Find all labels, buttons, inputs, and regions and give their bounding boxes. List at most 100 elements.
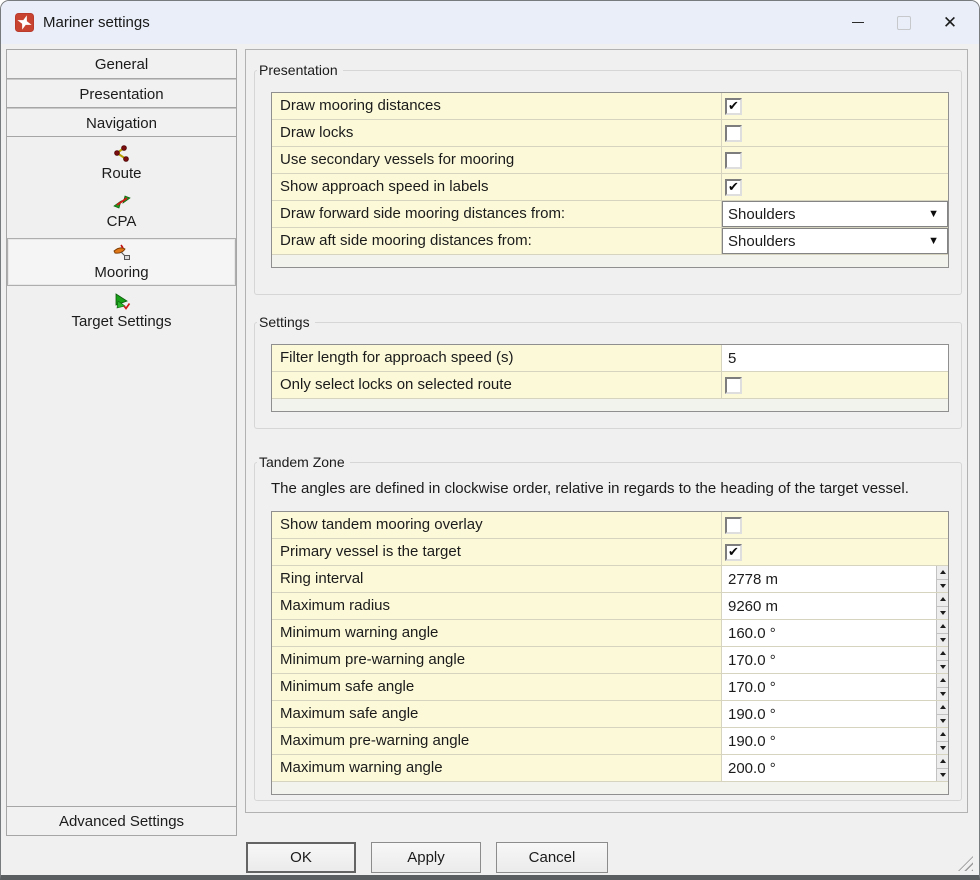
close-button[interactable]: ✕ (927, 1, 973, 44)
spinner-buttons (936, 647, 948, 673)
row-value: ✔ (722, 93, 948, 119)
row-value (722, 512, 948, 538)
row-label: Primary vessel is the target (272, 539, 722, 565)
dropdown[interactable]: Shoulders ▼ (722, 201, 948, 227)
spinner-buttons (936, 728, 948, 754)
spinner-input[interactable]: 200.0 ° (722, 755, 948, 781)
table-row: Minimum safe angle170.0 ° (272, 674, 948, 701)
sidebar-item-navigation[interactable]: Navigation (7, 108, 236, 137)
table-row: Filter length for approach speed (s)5 (272, 345, 948, 372)
close-icon: ✕ (943, 14, 957, 31)
row-label: Maximum pre-warning angle (272, 728, 722, 754)
table-row: Ring interval2778 m (272, 566, 948, 593)
spinner-value: 2778 m (722, 571, 778, 588)
spinner-value: 200.0 ° (722, 760, 776, 777)
checkbox[interactable]: ✔ (725, 544, 742, 561)
checkbox[interactable]: ✔ (725, 98, 742, 115)
checkbox[interactable]: ✔ (725, 179, 742, 196)
spinner-down-icon[interactable] (937, 742, 948, 755)
spinner-down-icon[interactable] (937, 715, 948, 728)
settings-panel: Presentation Draw mooring distances✔Draw… (245, 49, 968, 813)
settings-table: Show tandem mooring overlayPrimary vesse… (271, 511, 949, 795)
row-label: Ring interval (272, 566, 722, 592)
table-row: Maximum radius9260 m (272, 593, 948, 620)
group-title: Settings (257, 314, 315, 330)
row-label: Only select locks on selected route (272, 372, 722, 398)
spinner-input[interactable]: 160.0 ° (722, 620, 948, 646)
spinner-input[interactable]: 190.0 ° (722, 701, 948, 727)
sidebar-item-mooring[interactable]: Mooring (7, 238, 236, 286)
table-row: Only select locks on selected route (272, 372, 948, 399)
spinner-value: 170.0 ° (722, 679, 776, 696)
spinner-up-icon[interactable] (937, 755, 948, 769)
spinner-down-icon[interactable] (937, 769, 948, 782)
titlebar[interactable]: Mariner settings ✕ (1, 1, 979, 44)
resize-grip-icon[interactable] (958, 856, 973, 871)
row-value (722, 372, 948, 398)
table-row: Minimum pre-warning angle170.0 ° (272, 647, 948, 674)
spinner-down-icon[interactable] (937, 661, 948, 674)
sidebar-item-presentation[interactable]: Presentation (7, 79, 236, 108)
sidebar-item-target-settings[interactable]: Target Settings (7, 288, 236, 336)
checkbox[interactable] (725, 152, 742, 169)
table-row: Draw mooring distances✔ (272, 93, 948, 120)
nav-item-label: Target Settings (71, 313, 171, 330)
maximize-button[interactable] (881, 1, 927, 44)
minimize-icon (852, 22, 864, 23)
spinner-down-icon[interactable] (937, 634, 948, 647)
spinner-up-icon[interactable] (937, 593, 948, 607)
spinner-buttons (936, 674, 948, 700)
spinner-value: 170.0 ° (722, 652, 776, 669)
row-label: Filter length for approach speed (s) (272, 345, 722, 371)
spinner-up-icon[interactable] (937, 728, 948, 742)
apply-button[interactable]: Apply (371, 842, 481, 873)
spinner-down-icon[interactable] (937, 607, 948, 620)
sidebar-item-route[interactable]: Route (7, 140, 236, 188)
row-value: ✔ (722, 539, 948, 565)
row-label: Maximum radius (272, 593, 722, 619)
spinner-up-icon[interactable] (937, 566, 948, 580)
group-settings: Settings Filter length for approach spee… (254, 314, 962, 429)
sidebar-item-general[interactable]: General (7, 50, 236, 79)
spinner-value: 160.0 ° (722, 625, 776, 642)
checkbox[interactable] (725, 377, 742, 394)
spinner-value: 9260 m (722, 598, 778, 615)
spinner-input[interactable]: 170.0 ° (722, 674, 948, 700)
row-label: Maximum safe angle (272, 701, 722, 727)
cancel-button[interactable]: Cancel (496, 842, 608, 873)
dropdown[interactable]: Shoulders ▼ (722, 228, 948, 254)
table-row: Maximum safe angle190.0 ° (272, 701, 948, 728)
spinner-value: 190.0 ° (722, 706, 776, 723)
nav-item-label: Route (101, 165, 141, 182)
dropdown-value: Shoulders (722, 206, 796, 223)
row-label: Minimum warning angle (272, 620, 722, 646)
table-row: Minimum warning angle160.0 ° (272, 620, 948, 647)
sidebar-item-cpa[interactable]: CPA (7, 188, 236, 236)
sidebar-item-advanced-settings[interactable]: Advanced Settings (7, 806, 236, 835)
spinner-down-icon[interactable] (937, 580, 948, 593)
checkbox[interactable] (725, 125, 742, 142)
chevron-down-icon[interactable]: ▼ (928, 208, 948, 220)
mariner-settings-window: Mariner settings ✕ General Presentation … (0, 0, 980, 880)
minimize-button[interactable] (835, 1, 881, 44)
row-value (722, 147, 948, 173)
ok-button[interactable]: OK (246, 842, 356, 873)
group-title: Presentation (257, 62, 343, 78)
chevron-down-icon[interactable]: ▼ (928, 235, 948, 247)
text-input[interactable]: 5 (722, 345, 948, 371)
dropdown-value: Shoulders (722, 233, 796, 250)
table-row: Show approach speed in labels✔ (272, 174, 948, 201)
spinner-input[interactable]: 190.0 ° (722, 728, 948, 754)
spinner-input[interactable]: 170.0 ° (722, 647, 948, 673)
spinner-up-icon[interactable] (937, 647, 948, 661)
table-row: Draw aft side mooring distances from:Sho… (272, 228, 948, 255)
spinner-down-icon[interactable] (937, 688, 948, 701)
spinner-up-icon[interactable] (937, 620, 948, 634)
group-tandem-zone: Tandem Zone The angles are defined in cl… (254, 454, 962, 801)
spinner-input[interactable]: 2778 m (722, 566, 948, 592)
spinner-up-icon[interactable] (937, 674, 948, 688)
checkbox[interactable] (725, 517, 742, 534)
spinner-input[interactable]: 9260 m (722, 593, 948, 619)
table-row: Draw locks (272, 120, 948, 147)
spinner-up-icon[interactable] (937, 701, 948, 715)
